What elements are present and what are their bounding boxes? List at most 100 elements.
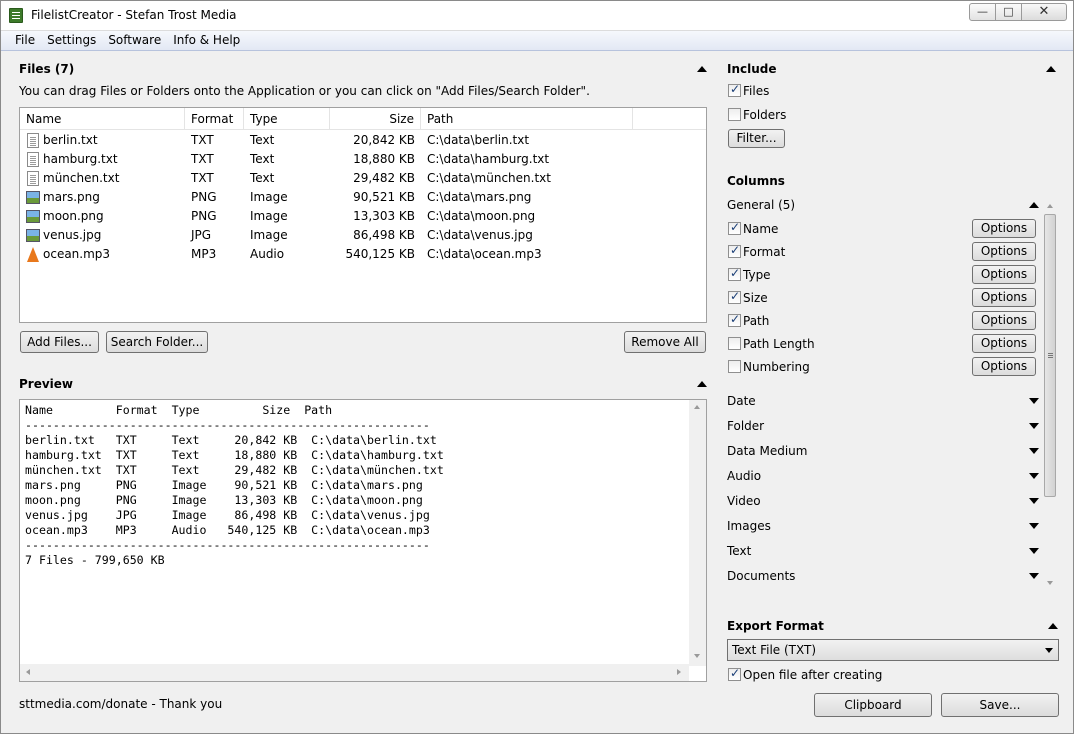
- group-documents-expand-icon[interactable]: [1029, 573, 1039, 579]
- column-size-options-button[interactable]: Options: [972, 288, 1036, 307]
- file-row[interactable]: münchen.txt TXT Text 29,482 KB C:\data\m…: [20, 169, 706, 188]
- file-type: Text: [250, 171, 275, 185]
- image-file-icon: [26, 229, 40, 242]
- column-header-path[interactable]: Path: [421, 108, 633, 130]
- add-files-button[interactable]: Add Files...: [20, 331, 99, 353]
- general-collapse-icon[interactable]: [1029, 202, 1039, 208]
- file-size: 13,303 KB: [353, 209, 415, 223]
- open-after-creating-checkbox[interactable]: [728, 666, 741, 681]
- save-button[interactable]: Save...: [941, 693, 1059, 717]
- column-header-format[interactable]: Format: [185, 108, 244, 130]
- filter-button[interactable]: Filter...: [728, 129, 785, 148]
- preview-horizontal-scrollbar[interactable]: [20, 664, 689, 681]
- column-name-options-button[interactable]: Options: [972, 219, 1036, 238]
- include-files-checkbox[interactable]: [728, 82, 741, 97]
- app-icon: [9, 8, 23, 23]
- column-path-length-label: Path Length: [743, 337, 815, 351]
- scroll-down-icon[interactable]: [694, 654, 700, 658]
- columns-scrollbar[interactable]: [1043, 199, 1057, 589]
- column-format-options-button[interactable]: Options: [972, 242, 1036, 261]
- group-images-expand-icon[interactable]: [1029, 523, 1039, 529]
- column-name-checkbox[interactable]: [728, 220, 741, 235]
- preview-collapse-icon[interactable]: [697, 381, 707, 387]
- export-collapse-icon[interactable]: [1048, 623, 1058, 629]
- file-row[interactable]: ocean.mp3 MP3 Audio 540,125 KB C:\data\o…: [20, 245, 706, 264]
- group-video-expand-icon[interactable]: [1029, 498, 1039, 504]
- minimize-button[interactable]: —: [969, 3, 996, 21]
- file-row[interactable]: mars.png PNG Image 90,521 KB C:\data\mar…: [20, 188, 706, 207]
- column-format-label: Format: [743, 245, 786, 259]
- group-date[interactable]: Date: [727, 394, 756, 408]
- column-type-checkbox[interactable]: [728, 266, 741, 281]
- group-folder[interactable]: Folder: [727, 419, 764, 433]
- scroll-down-icon[interactable]: [1047, 581, 1053, 585]
- file-path: C:\data\hamburg.txt: [427, 152, 550, 166]
- file-path: C:\data\münchen.txt: [427, 171, 551, 185]
- preview-text: Name Format Type Size Path -------------…: [25, 403, 444, 567]
- scroll-up-icon[interactable]: [694, 405, 700, 409]
- column-path-length-checkbox[interactable]: [728, 337, 741, 350]
- group-text[interactable]: Text: [727, 544, 751, 558]
- group-text-expand-icon[interactable]: [1029, 548, 1039, 554]
- file-size: 18,880 KB: [353, 152, 415, 166]
- include-collapse-icon[interactable]: [1046, 66, 1056, 72]
- file-name: berlin.txt: [43, 133, 98, 147]
- column-header-size[interactable]: Size: [330, 108, 421, 130]
- group-audio[interactable]: Audio: [727, 469, 761, 483]
- scroll-left-icon[interactable]: [26, 669, 30, 675]
- remove-all-button[interactable]: Remove All: [624, 331, 706, 353]
- files-collapse-icon[interactable]: [697, 66, 707, 72]
- column-numbering-label: Numbering: [743, 360, 810, 374]
- file-name: moon.png: [43, 209, 104, 223]
- column-numbering-checkbox[interactable]: [728, 360, 741, 373]
- file-name: mars.png: [43, 190, 100, 204]
- group-documents[interactable]: Documents: [727, 569, 795, 583]
- donate-text[interactable]: sttmedia.com/donate - Thank you: [19, 697, 222, 711]
- column-format-checkbox[interactable]: [728, 243, 741, 258]
- column-path-checkbox[interactable]: [728, 312, 741, 327]
- file-row[interactable]: hamburg.txt TXT Text 18,880 KB C:\data\h…: [20, 150, 706, 169]
- group-folder-expand-icon[interactable]: [1029, 423, 1039, 429]
- file-row[interactable]: berlin.txt TXT Text 20,842 KB C:\data\be…: [20, 131, 706, 150]
- column-path-length-options-button[interactable]: Options: [972, 334, 1036, 353]
- general-group-title[interactable]: General (5): [727, 198, 795, 212]
- menu-software[interactable]: Software: [102, 31, 167, 50]
- column-type-options-button[interactable]: Options: [972, 265, 1036, 284]
- group-video[interactable]: Video: [727, 494, 761, 508]
- file-list[interactable]: Name Format Type Size Path berlin.txt TX…: [19, 107, 707, 323]
- preview-vertical-scrollbar[interactable]: [689, 400, 706, 666]
- scroll-up-icon[interactable]: [1047, 204, 1053, 208]
- file-list-header: Name Format Type Size Path: [20, 108, 706, 130]
- group-date-expand-icon[interactable]: [1029, 398, 1039, 404]
- column-path-options-button[interactable]: Options: [972, 311, 1036, 330]
- file-row[interactable]: venus.jpg JPG Image 86,498 KB C:\data\ve…: [20, 226, 706, 245]
- group-data-medium-expand-icon[interactable]: [1029, 448, 1039, 454]
- group-data-medium[interactable]: Data Medium: [727, 444, 807, 458]
- search-folder-button[interactable]: Search Folder...: [106, 331, 208, 353]
- column-numbering-options-button[interactable]: Options: [972, 357, 1036, 376]
- preview-box[interactable]: Name Format Type Size Path -------------…: [19, 399, 707, 682]
- export-format-select[interactable]: Text File (TXT): [727, 639, 1059, 661]
- column-header-type[interactable]: Type: [244, 108, 330, 130]
- clipboard-button[interactable]: Clipboard: [814, 693, 932, 717]
- include-folders-checkbox[interactable]: [728, 108, 741, 121]
- column-header-name[interactable]: Name: [20, 108, 185, 130]
- columns-scrollbar-thumb[interactable]: [1044, 214, 1056, 497]
- file-row[interactable]: moon.png PNG Image 13,303 KB C:\data\moo…: [20, 207, 706, 226]
- scroll-right-icon[interactable]: [677, 669, 681, 675]
- file-format: PNG: [191, 190, 217, 204]
- text-file-icon: [27, 171, 39, 186]
- column-size-checkbox[interactable]: [728, 289, 741, 304]
- group-images[interactable]: Images: [727, 519, 771, 533]
- file-format: MP3: [191, 247, 217, 261]
- maximize-button[interactable]: □: [995, 3, 1022, 21]
- column-name-label: Name: [743, 222, 779, 236]
- group-audio-expand-icon[interactable]: [1029, 473, 1039, 479]
- menu-settings[interactable]: Settings: [41, 31, 102, 50]
- close-button[interactable]: ✕: [1021, 3, 1067, 21]
- menu-info-help[interactable]: Info & Help: [167, 31, 246, 50]
- menu-file[interactable]: File: [9, 31, 41, 50]
- include-title: Include: [727, 62, 777, 76]
- file-size: 86,498 KB: [353, 228, 415, 242]
- maximize-icon: □: [1003, 5, 1014, 18]
